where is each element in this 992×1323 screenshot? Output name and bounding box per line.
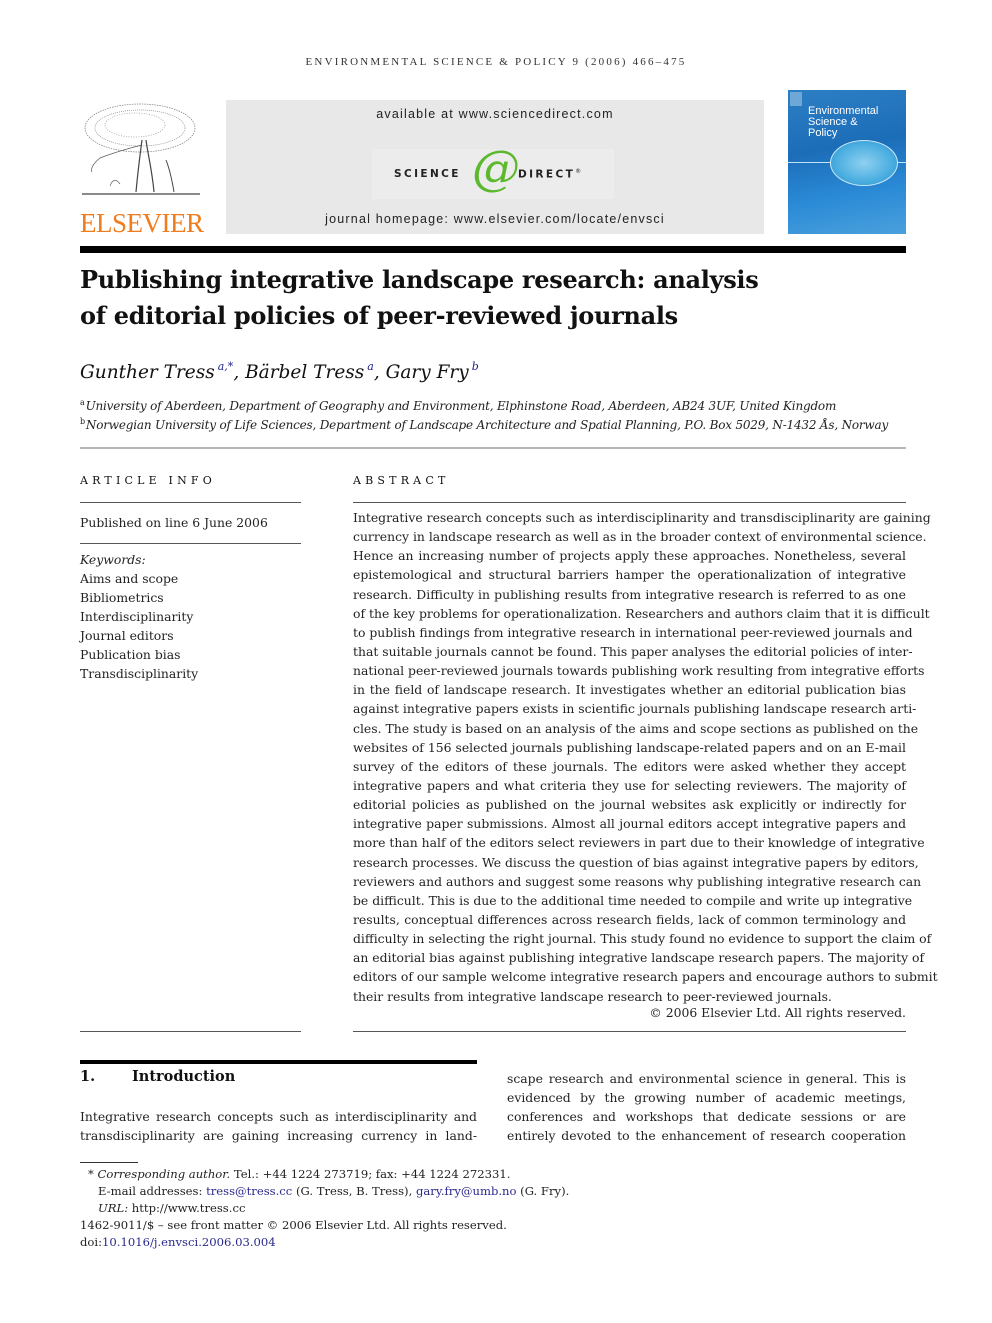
body-line: conferences and workshops that dedicate … xyxy=(507,1109,906,1125)
article-info-rule xyxy=(80,1031,301,1032)
keywords-list: Keywords: Aims and scope Bibliometrics I… xyxy=(80,550,198,683)
keyword: Bibliometrics xyxy=(80,590,164,605)
author-affiliation-mark[interactable]: a,* xyxy=(218,360,234,373)
introduction-left-column: Integrative research concepts such as in… xyxy=(80,1107,477,1145)
url-note: URL: http://www.tress.cc xyxy=(98,1201,246,1215)
keyword: Aims and scope xyxy=(80,571,179,586)
author-name: Bärbel Tress xyxy=(245,362,365,383)
journal-cover-image[interactable]: Environmental Science & Policy xyxy=(788,90,906,234)
abstract-heading: ABSTRACT xyxy=(353,474,450,487)
abstract-line: Hence an increasing number of projects a… xyxy=(353,548,906,564)
abstract-line: editorial policies as published on the j… xyxy=(353,797,906,813)
sciencedirect-at-icon: @ xyxy=(472,140,520,196)
corresponding-author-note: * Corresponding author. Tel.: +44 1224 2… xyxy=(88,1167,511,1181)
abstract-line: their results from integrative landscape… xyxy=(353,988,832,1004)
author-name: Gary Fry xyxy=(385,362,469,383)
footnote-rule xyxy=(80,1162,138,1163)
keyword: Transdisciplinarity xyxy=(80,666,199,681)
sciencedirect-logo-left: SCIENCE xyxy=(394,168,461,180)
introduction-right-column: scape research and environmental science… xyxy=(507,1069,906,1146)
abstract-text: Integrative research concepts such as in… xyxy=(353,508,938,1006)
abstract-line: integrative paper submissions. Almost al… xyxy=(353,816,906,832)
doi-line: doi:10.1016/j.envsci.2006.03.004 xyxy=(80,1235,276,1249)
globe-icon xyxy=(830,140,898,186)
article-info-rule xyxy=(80,502,301,503)
url-link[interactable]: http://www.tress.cc xyxy=(128,1201,246,1215)
abstract-line: websites of 156 selected journals publis… xyxy=(353,739,906,755)
sciencedirect-logo-right: DIRECT® xyxy=(518,168,584,181)
abstract-line: reviewers and authors and suggest some r… xyxy=(353,873,922,889)
abstract-line: research. Difficulty in publishing resul… xyxy=(353,586,906,602)
abstract-line: epistemological and structural barriers … xyxy=(353,567,906,583)
abstract-line: integrative papers and what criteria the… xyxy=(353,777,906,793)
section-divider xyxy=(80,447,906,449)
keywords-label: Keywords: xyxy=(80,552,146,567)
issn-line: 1462-9011/$ – see front matter © 2006 El… xyxy=(80,1218,507,1232)
introduction-rule xyxy=(80,1060,477,1064)
cover-publisher-logo-icon xyxy=(790,92,802,106)
doi-link[interactable]: 10.1016/j.envsci.2006.03.004 xyxy=(102,1235,276,1249)
abstract-line: research processes. We discuss the quest… xyxy=(353,854,919,870)
email-link[interactable]: gary.fry@umb.no xyxy=(416,1184,517,1198)
abstract-line: cles. The study is based on an analysis … xyxy=(353,720,919,736)
abstract-line: Integrative research concepts such as in… xyxy=(353,510,931,525)
sciencedirect-logo[interactable]: SCIENCE @ DIRECT® xyxy=(372,144,614,199)
published-date: Published on line 6 June 2006 xyxy=(80,515,268,530)
keyword: Interdisciplinarity xyxy=(80,609,194,624)
email-note: E-mail addresses: tress@tress.cc (G. Tre… xyxy=(98,1184,570,1198)
affiliation: aUniversity of Aberdeen, Department of G… xyxy=(80,398,837,413)
affiliation: bNorwegian University of Life Sciences, … xyxy=(80,417,889,432)
abstract-rule xyxy=(353,502,906,503)
keyword: Publication bias xyxy=(80,647,181,662)
email-link[interactable]: tress@tress.cc xyxy=(206,1184,292,1198)
section-title: Introduction xyxy=(132,1068,236,1085)
body-line: scape research and environmental science… xyxy=(507,1071,906,1086)
abstract-line: in the field of landscape research. It i… xyxy=(353,682,906,698)
cover-title: Environmental Science & Policy xyxy=(808,105,879,139)
abstract-line: results, conceptual differences across r… xyxy=(353,911,906,927)
author-list: Gunther Tress a,*, Bärbel Tress a, Gary Fr… xyxy=(80,360,479,383)
abstract-line: more than half of the editors select rev… xyxy=(353,835,925,851)
abstract-line: difficulty in selecting the right journa… xyxy=(353,931,932,947)
abstract-line: national peer-reviewed journals towards … xyxy=(353,663,925,679)
section-number: 1. xyxy=(80,1068,96,1085)
abstract-copyright: © 2006 Elsevier Ltd. All rights reserved… xyxy=(649,1005,906,1020)
header-rule xyxy=(80,246,906,253)
article-info-rule xyxy=(80,543,301,544)
abstract-rule xyxy=(353,1031,906,1032)
elsevier-logo[interactable]: ELSEVIER xyxy=(80,100,204,238)
elsevier-wordmark: ELSEVIER xyxy=(80,208,204,238)
elsevier-tree-icon xyxy=(82,103,200,195)
introduction-heading: 1. Introduction xyxy=(80,1068,235,1085)
author-name: Gunther Tress xyxy=(80,362,215,383)
footnotes: * Corresponding author. Tel.: +44 1224 2… xyxy=(80,1166,569,1251)
article-info-heading: ARTICLE INFO xyxy=(80,474,216,487)
abstract-line: that suitable journals cannot be found. … xyxy=(353,643,913,659)
abstract-line: currency in landscape research as well a… xyxy=(353,529,927,545)
body-line: Integrative research concepts such as in… xyxy=(80,1109,477,1124)
abstract-line: survey of the editors of these journals.… xyxy=(353,758,906,774)
abstract-line: editors of our sample welcome integrativ… xyxy=(353,969,938,985)
abstract-line: of the key problems for operationalizati… xyxy=(353,605,930,621)
journal-homepage-link[interactable]: journal homepage: www.elsevier.com/locat… xyxy=(226,212,764,226)
available-at-link[interactable]: available at www.sciencedirect.com xyxy=(226,107,764,121)
abstract-line: against integrative papers exists in sci… xyxy=(353,701,917,717)
body-line: transdisciplinarity are gaining increasi… xyxy=(80,1128,477,1144)
running-head: ENVIRONMENTAL SCIENCE & POLICY 9 (2006) … xyxy=(305,56,687,68)
body-line: entirely devoted to the enhancement of r… xyxy=(507,1128,906,1144)
abstract-line: be difficult. This is due to the additio… xyxy=(353,892,913,908)
sciencedirect-banner: available at www.sciencedirect.com SCIEN… xyxy=(226,100,764,234)
article-title: Publishing integrative landscape researc… xyxy=(80,265,759,330)
abstract-line: to publish findings from integrative res… xyxy=(353,624,913,640)
body-line: evidenced by the growing number of acade… xyxy=(507,1090,906,1106)
abstract-line: an editorial bias against publishing int… xyxy=(353,950,925,966)
keyword: Journal editors xyxy=(80,628,174,643)
author-affiliation-mark[interactable]: b xyxy=(472,360,479,373)
